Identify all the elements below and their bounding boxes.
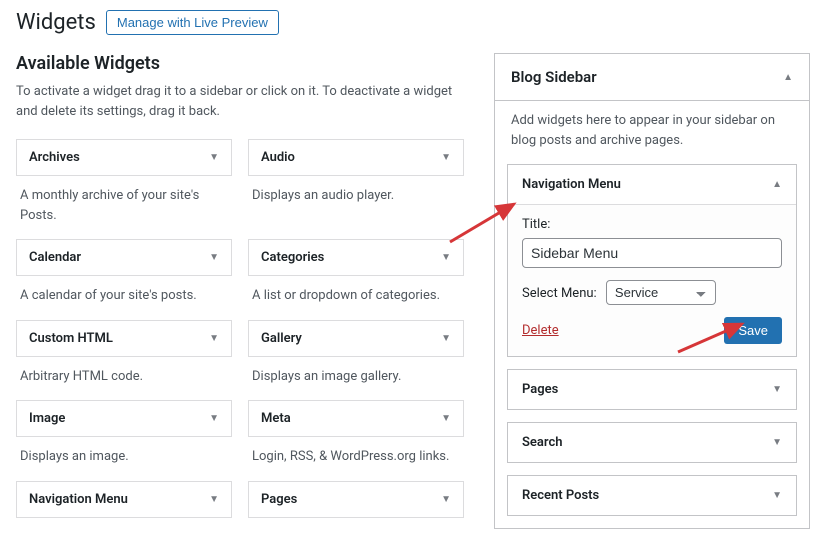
widget-item-collapsed: Search ▼ [507, 422, 797, 463]
caret-down-icon: ▼ [209, 333, 219, 344]
widget-name: Pages [261, 492, 297, 507]
available-widget-card[interactable]: Navigation Menu ▼ [16, 481, 232, 518]
page-title: Widgets [16, 10, 96, 35]
available-widgets-heading: Available Widgets [16, 53, 464, 74]
widget-item-title: Pages [522, 382, 558, 397]
title-label: Title: [522, 217, 782, 232]
sidebar-area: Blog Sidebar ▲ Add widgets here to appea… [494, 53, 810, 529]
widget-item-collapsed: Pages ▼ [507, 369, 797, 410]
widget-item-navigation-menu: Navigation Menu ▲ Title: Select Menu: Se… [507, 164, 797, 357]
sidebar-description: Add widgets here to appear in your sideb… [495, 101, 809, 164]
widget-name: Gallery [261, 331, 302, 346]
caret-down-icon: ▼ [209, 152, 219, 163]
widget-name: Categories [261, 250, 324, 265]
available-widget-card[interactable]: Categories ▼ [248, 239, 464, 276]
available-widget-card[interactable]: Image ▼ [16, 400, 232, 437]
widget-name: Image [29, 411, 65, 426]
widget-description: A calendar of your site's posts. [16, 276, 232, 320]
delete-link[interactable]: Delete [522, 323, 559, 338]
widget-item-header[interactable]: Recent Posts ▼ [508, 476, 796, 515]
available-widget-card[interactable]: Calendar ▼ [16, 239, 232, 276]
widget-description: Login, RSS, & WordPress.org links. [248, 437, 464, 481]
widget-item-title: Search [522, 435, 563, 450]
widget-description: Displays an audio player. [248, 176, 464, 239]
caret-down-icon: ▼ [772, 384, 782, 395]
caret-up-icon: ▲ [783, 72, 793, 83]
live-preview-button[interactable]: Manage with Live Preview [106, 10, 279, 35]
available-widget-card[interactable]: Audio ▼ [248, 139, 464, 176]
widget-name: Navigation Menu [29, 492, 128, 507]
available-widget-card[interactable]: Archives ▼ [16, 139, 232, 176]
caret-down-icon: ▼ [772, 437, 782, 448]
available-widget-card[interactable]: Meta ▼ [248, 400, 464, 437]
widget-item-header[interactable]: Navigation Menu ▲ [508, 165, 796, 204]
caret-down-icon: ▼ [441, 413, 451, 424]
widget-description: Displays an image. [16, 437, 232, 481]
caret-down-icon: ▼ [209, 413, 219, 424]
available-widgets-help: To activate a widget drag it to a sideba… [16, 82, 464, 121]
select-menu-dropdown[interactable]: Service [606, 280, 716, 305]
sidebar-header[interactable]: Blog Sidebar ▲ [495, 54, 809, 101]
caret-down-icon: ▼ [441, 252, 451, 263]
widget-description: A list or dropdown of categories. [248, 276, 464, 320]
title-input[interactable] [522, 238, 782, 268]
sidebar-title: Blog Sidebar [511, 68, 597, 86]
widget-name: Calendar [29, 250, 81, 265]
widget-item-title: Recent Posts [522, 488, 599, 503]
caret-down-icon: ▼ [441, 333, 451, 344]
caret-down-icon: ▼ [772, 490, 782, 501]
widget-name: Audio [261, 150, 295, 165]
available-widget-card[interactable]: Pages ▼ [248, 481, 464, 518]
widget-name: Archives [29, 150, 80, 165]
widget-item-collapsed: Recent Posts ▼ [507, 475, 797, 516]
widget-description: Arbitrary HTML code. [16, 357, 232, 401]
caret-down-icon: ▼ [209, 252, 219, 263]
widget-item-title: Navigation Menu [522, 177, 621, 192]
widget-description: Displays an image gallery. [248, 357, 464, 401]
save-button[interactable]: Save [724, 317, 782, 344]
caret-down-icon: ▼ [209, 494, 219, 505]
caret-up-icon: ▲ [772, 179, 782, 190]
caret-down-icon: ▼ [441, 152, 451, 163]
widget-item-header[interactable]: Pages ▼ [508, 370, 796, 409]
available-widget-card[interactable]: Custom HTML ▼ [16, 320, 232, 357]
widget-description: A monthly archive of your site's Posts. [16, 176, 232, 239]
widget-name: Custom HTML [29, 331, 113, 346]
select-menu-label: Select Menu: [522, 286, 597, 301]
caret-down-icon: ▼ [441, 494, 451, 505]
widget-item-header[interactable]: Search ▼ [508, 423, 796, 462]
available-widget-card[interactable]: Gallery ▼ [248, 320, 464, 357]
widget-name: Meta [261, 411, 291, 426]
